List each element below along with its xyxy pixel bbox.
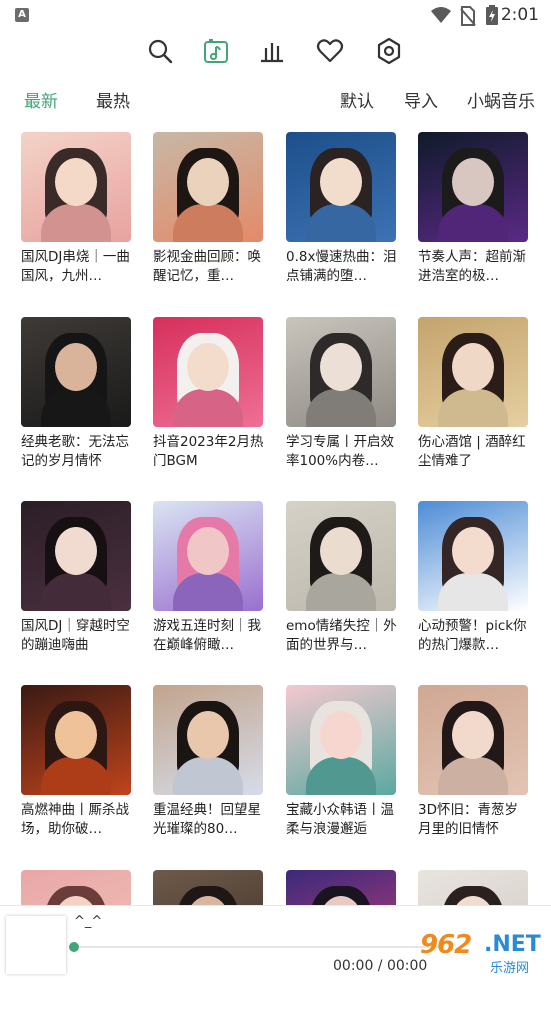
tab-latest[interactable]: 最新	[24, 87, 58, 112]
playlist-card[interactable]: 学习专属丨开启效率100%内卷…	[286, 317, 398, 471]
playlist-title	[286, 986, 398, 1024]
playlist-cover-image[interactable]	[21, 685, 131, 795]
now-playing-cover[interactable]	[6, 916, 66, 974]
playlist-title: 0.8x慢速热曲：泪点铺满的堕…	[286, 249, 397, 284]
playlist-card[interactable]: 3D怀旧：青葱岁月里的旧情怀	[418, 685, 530, 839]
playlist-title: 心动预警！pick你的热门爆款…	[418, 618, 527, 653]
clock: 2:01	[500, 5, 539, 25]
playlist-title: 游戏五连时刻｜我在巅峰俯瞰…	[153, 618, 261, 653]
no-sim-icon	[460, 6, 476, 26]
playlist-cover-image[interactable]	[286, 132, 396, 242]
playlist-cover-image[interactable]	[21, 317, 131, 427]
playlist-card[interactable]: 0.8x慢速热曲：泪点铺满的堕…	[286, 132, 398, 286]
playlist-card[interactable]: 伤心酒馆 | 酒醉红尘情难了	[418, 317, 530, 471]
playlist-card[interactable]: 节奏人声：超前渐进浩室的极…	[418, 132, 530, 286]
playlist-card[interactable]: 经典老歌：无法忘记的岁月情怀	[21, 317, 133, 471]
playlist-cover-image[interactable]	[153, 317, 263, 427]
playlist-cover-image[interactable]	[21, 501, 131, 611]
status-bar: A 2:01	[0, 0, 551, 30]
watermark-site-name: 乐游网	[490, 961, 530, 976]
playlist-title: 影视金曲回顾：唤醒记忆，重…	[153, 249, 261, 284]
playlist-card[interactable]: 国风DJ串烧｜一曲国风，九州…	[21, 132, 133, 286]
playlist-card[interactable]: 重温经典！回望星光璀璨的80…	[153, 685, 265, 839]
playlist-cover-image[interactable]	[418, 132, 528, 242]
playlist-title: 国风DJ串烧｜一曲国风，九州…	[21, 249, 130, 284]
search-icon[interactable]	[145, 36, 175, 66]
playlist-card[interactable]: 心动预警！pick你的热门爆款…	[418, 501, 530, 655]
battery-charging-icon	[486, 5, 498, 25]
playlist-card[interactable]: 抖音2023年2月热门BGM	[153, 317, 265, 471]
music-note-icon[interactable]	[201, 36, 231, 66]
playlist-title	[21, 986, 133, 1024]
playlist-cover-image[interactable]	[418, 685, 528, 795]
playlist-title	[418, 986, 530, 1024]
playlist-card[interactable]: 宝藏小众韩语丨温柔与浪漫邂逅	[286, 685, 398, 839]
playlist-card[interactable]: 影视金曲回顾：唤醒记忆，重…	[153, 132, 265, 286]
playlist-title	[153, 986, 265, 1024]
playlist-cover-image[interactable]	[286, 317, 396, 427]
notification-app-icon: A	[15, 8, 29, 22]
watermark-net: .NET	[484, 932, 541, 957]
playlist-card[interactable]: 高燃神曲丨厮杀战场，助你破…	[21, 685, 133, 839]
playlist-cover-image[interactable]	[153, 132, 263, 242]
playlist-cover-image[interactable]	[153, 501, 263, 611]
playlist-cover-image[interactable]	[418, 317, 528, 427]
playlist-title: 重温经典！回望星光璀璨的80…	[153, 802, 261, 837]
playlist-card[interactable]: 国风DJ｜穿越时空的蹦迪嗨曲	[21, 501, 133, 655]
playlist-title: 经典老歌：无法忘记的岁月情怀	[21, 434, 129, 469]
category-bar: 最新 最热 默认 导入 小蜗音乐	[0, 84, 551, 114]
progress-track[interactable]	[74, 946, 444, 948]
playlist-card[interactable]: 游戏五连时刻｜我在巅峰俯瞰…	[153, 501, 265, 655]
sort-default-button[interactable]: 默认	[340, 87, 374, 112]
playlist-cover-image[interactable]	[21, 132, 131, 242]
playlist-title: 抖音2023年2月热门BGM	[153, 434, 264, 469]
watermark-logo: 962 .NET 乐游网	[412, 928, 548, 976]
heart-icon[interactable]	[315, 36, 345, 66]
playlist-title: 国风DJ｜穿越时空的蹦迪嗨曲	[21, 618, 130, 653]
playlist-cover-image[interactable]	[286, 685, 396, 795]
playlist-title: 学习专属丨开启效率100%内卷…	[286, 434, 394, 469]
bar-chart-icon[interactable]	[257, 36, 287, 66]
playlist-title: 宝藏小众韩语丨温柔与浪漫邂逅	[286, 802, 394, 837]
music-source-button[interactable]: 小蜗音乐	[467, 87, 535, 112]
playlist-cover-image[interactable]	[153, 685, 263, 795]
playlist-title: 高燃神曲丨厮杀战场，助你破…	[21, 802, 129, 837]
playlist-cover-image[interactable]	[286, 501, 396, 611]
playlist-title: 伤心酒馆 | 酒醉红尘情难了	[418, 434, 526, 469]
watermark-number: 962	[420, 930, 472, 960]
top-toolbar	[0, 36, 551, 70]
playlist-card[interactable]: emo情绪失控｜外面的世界与…	[286, 501, 398, 655]
wifi-icon	[431, 7, 451, 23]
now-playing-title: ^_^	[74, 914, 103, 929]
playlist-title: emo情绪失控｜外面的世界与…	[286, 618, 397, 653]
import-button[interactable]: 导入	[404, 87, 438, 112]
playlist-cover-image[interactable]	[418, 501, 528, 611]
playlist-title: 节奏人声：超前渐进浩室的极…	[418, 249, 526, 284]
settings-hexagon-icon[interactable]	[374, 36, 404, 66]
progress-knob[interactable]	[69, 942, 79, 952]
playlist-title: 3D怀旧：青葱岁月里的旧情怀	[418, 802, 518, 837]
tab-hottest[interactable]: 最热	[96, 87, 130, 112]
